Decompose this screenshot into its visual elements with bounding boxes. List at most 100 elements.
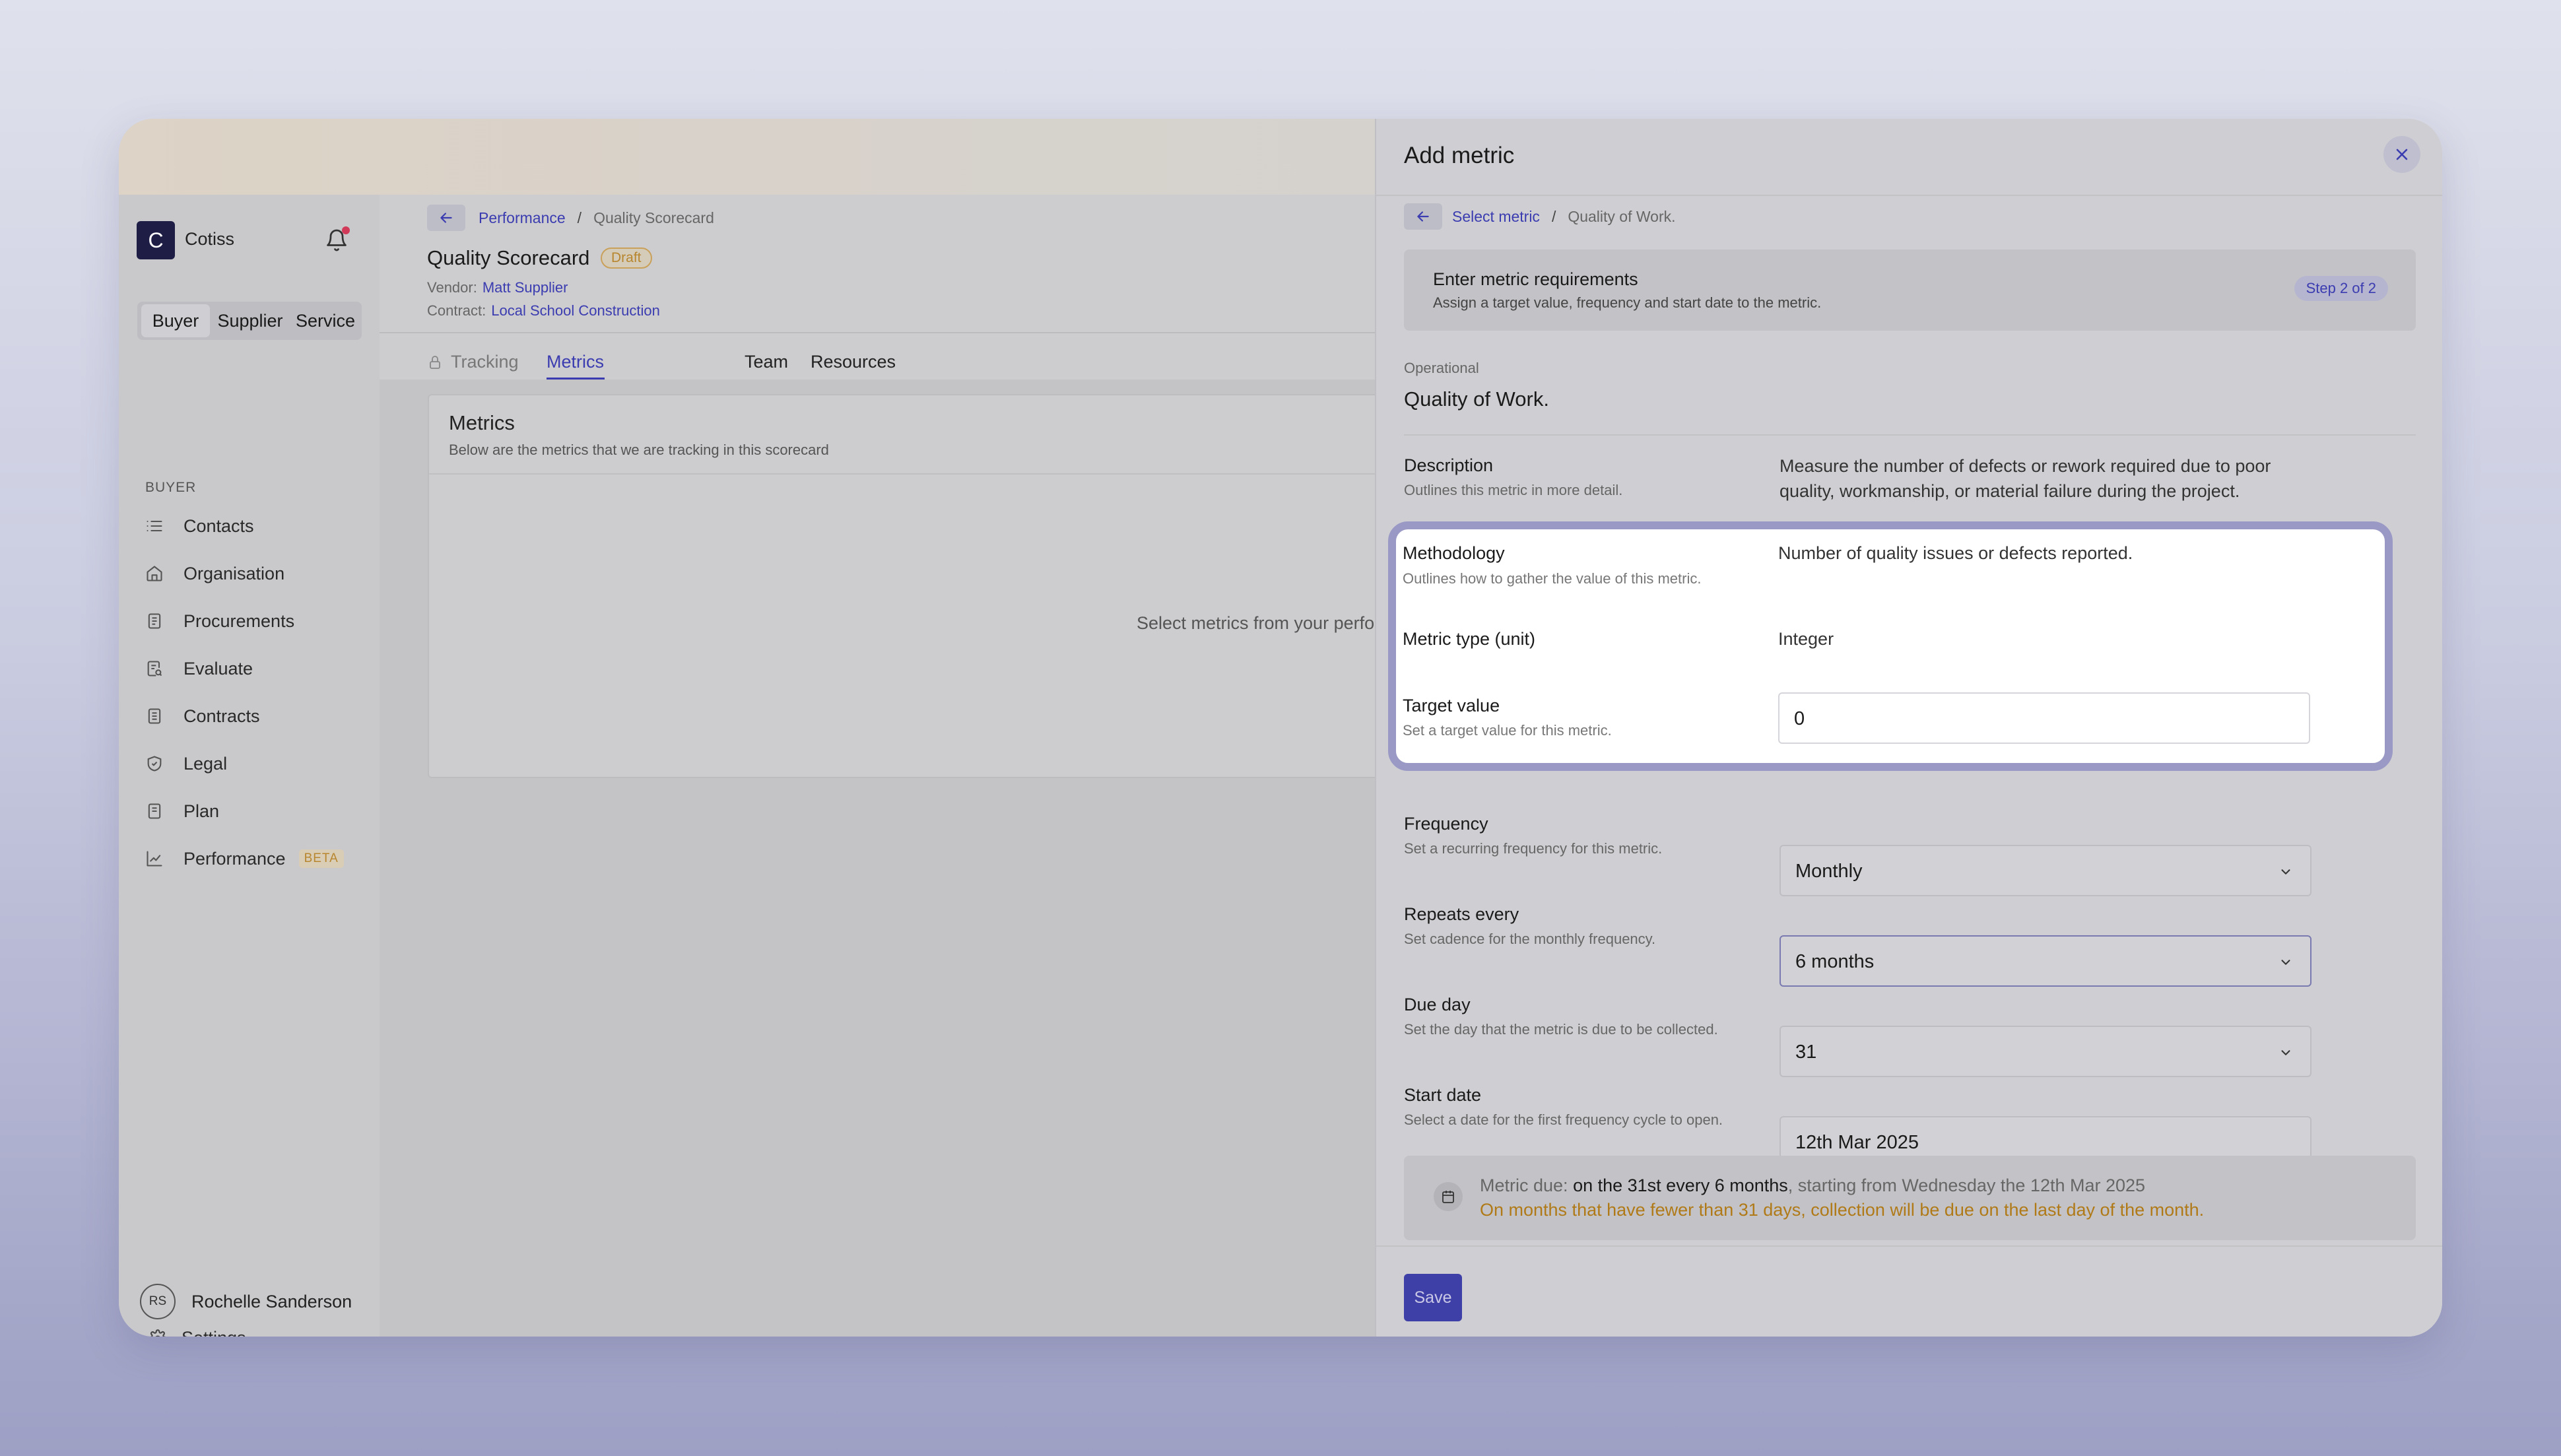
chevron-down-icon <box>2281 1050 2290 1055</box>
contract-label: Contract: <box>427 302 486 319</box>
due-day-label: Due day <box>1404 995 1471 1014</box>
target-value-help: Set a target value for this metric. <box>1403 722 1612 739</box>
vendor-line: Vendor: Matt Supplier <box>427 279 568 296</box>
frequency-value: Monthly <box>1795 861 1863 882</box>
breadcrumb: Performance / Quality Scorecard <box>479 209 714 227</box>
card-divider <box>429 473 1378 475</box>
sidebar-item-performance[interactable]: Performance BETA <box>145 845 344 872</box>
main-content: Performance / Quality Scorecard Quality … <box>380 195 1379 1337</box>
sidebar-item-label: Contacts <box>183 515 254 536</box>
arrow-left-icon <box>440 213 452 223</box>
role-switcher: Buyer Supplier Service <box>137 302 362 340</box>
target-value-label: Target value <box>1403 696 1500 715</box>
description-value: Measure the number of defects or rework … <box>1779 456 2271 501</box>
breadcrumb-current: Quality Scorecard <box>593 209 714 226</box>
methodology-help: Outlines how to gather the value of this… <box>1403 570 1702 587</box>
frequency-select[interactable]: Monthly <box>1779 845 2312 896</box>
repeats-label: Repeats every <box>1404 904 1519 924</box>
close-icon <box>2396 149 2408 160</box>
breadcrumb-current: Quality of Work. <box>1568 208 1676 225</box>
shield-icon <box>147 756 162 772</box>
tab-content: Metrics Below are the metrics that we ar… <box>380 380 1379 1337</box>
tab-label: Tracking <box>451 352 519 372</box>
tab-metrics[interactable]: Metrics <box>547 352 604 372</box>
sidebar-item-organisation[interactable]: Organisation <box>145 560 284 587</box>
step-subtitle: Assign a target value, frequency and sta… <box>1433 294 1822 311</box>
sidebar-item-contacts[interactable]: Contacts <box>145 513 254 539</box>
tab-team[interactable]: Team <box>745 352 788 372</box>
brand-name: Cotiss <box>185 229 235 249</box>
role-buyer[interactable]: Buyer <box>141 304 210 337</box>
card-title: Metrics <box>449 411 515 434</box>
metric-due-schedule: on the 31st every 6 months <box>1573 1175 1788 1195</box>
beta-badge: BETA <box>298 849 344 868</box>
sidebar-item-label: Procurements <box>183 611 295 631</box>
step-badge: Step 2 of 2 <box>2294 276 2388 301</box>
target-value: 0 <box>1794 708 1805 729</box>
drawer-back-button[interactable] <box>1404 203 1442 230</box>
close-button[interactable] <box>2383 136 2420 173</box>
page-title: Quality Scorecard <box>427 246 590 269</box>
contract-icon <box>148 708 161 724</box>
back-button[interactable] <box>427 205 465 231</box>
start-date-label: Start date <box>1404 1085 1482 1105</box>
frequency-help: Set a recurring frequency for this metri… <box>1404 840 1663 857</box>
metric-due-suffix: , starting from Wednesday the 12th Mar 2… <box>1787 1175 2146 1195</box>
sidebar-item-procurements[interactable]: Procurements <box>145 608 294 634</box>
settings-link[interactable]: Settings <box>149 1328 246 1337</box>
save-button[interactable]: Save <box>1404 1274 1462 1321</box>
step-title: Enter metric requirements <box>1433 269 1638 289</box>
target-value-input[interactable]: 0 <box>1778 692 2310 744</box>
card-subtitle: Below are the metrics that we are tracki… <box>449 442 829 458</box>
sidebar-item-legal[interactable]: Legal <box>145 750 227 777</box>
drawer-header-divider <box>1376 195 2442 196</box>
role-supplier[interactable]: Supplier <box>214 302 286 340</box>
chevron-down-icon <box>2281 960 2290 965</box>
document-search-icon <box>147 661 162 677</box>
home-icon <box>147 566 162 581</box>
brand-logo: C <box>137 221 175 259</box>
methodology-value: Number of quality issues or defects repo… <box>1778 543 2133 563</box>
calendar-icon <box>1434 1182 1463 1211</box>
role-service[interactable]: Service <box>290 302 360 340</box>
metric-due-text: Metric due: on the 31st every 6 months, … <box>1480 1175 2145 1196</box>
lock-icon <box>430 355 440 369</box>
metric-due-summary: Metric due: on the 31st every 6 months, … <box>1404 1156 2416 1240</box>
sidebar-item-label: Performance <box>183 848 286 869</box>
metric-type-label: Metric type (unit) <box>1403 629 1536 649</box>
breadcrumb-separator: / <box>577 209 582 226</box>
notification-dot <box>342 226 350 234</box>
chart-line-icon <box>147 851 162 867</box>
tab-resources[interactable]: Resources <box>811 352 896 372</box>
list-icon <box>147 520 162 532</box>
arrow-left-icon <box>1417 211 1429 222</box>
sidebar-item-contracts[interactable]: Contracts <box>145 703 260 729</box>
user-profile[interactable]: RS Rochelle Sanderson <box>140 1284 352 1319</box>
sidebar-item-label: Plan <box>183 801 220 821</box>
methodology-label: Methodology <box>1403 543 1505 563</box>
frequency-label: Frequency <box>1404 814 1488 834</box>
sidebar-item-label: Organisation <box>183 563 285 583</box>
vendor-label: Vendor: <box>427 279 477 296</box>
sidebar-item-evaluate[interactable]: Evaluate <box>145 655 253 682</box>
sidebar-item-plan[interactable]: Plan <box>145 798 219 824</box>
due-day-help: Set the day that the metric is due to be… <box>1404 1021 1718 1038</box>
section-title: BUYER <box>145 480 197 495</box>
document-icon <box>148 613 161 629</box>
due-day-value: 31 <box>1795 1042 1817 1063</box>
sidebar-item-label: Evaluate <box>183 658 253 678</box>
repeats-help: Set cadence for the monthly frequency. <box>1404 931 1656 947</box>
avatar: RS <box>140 1284 176 1319</box>
repeats-select[interactable]: 6 months <box>1779 935 2312 987</box>
user-name: Rochelle Sanderson <box>191 1291 352 1311</box>
vendor-link[interactable]: Matt Supplier <box>482 279 568 296</box>
breadcrumb-performance-link[interactable]: Performance <box>479 209 566 227</box>
tab-tracking[interactable]: Tracking <box>427 352 519 372</box>
gear-icon <box>149 1329 166 1337</box>
description-label: Description <box>1404 455 1494 475</box>
breadcrumb-select-metric-link[interactable]: Select metric <box>1452 208 1540 226</box>
sidebar-item-label: Contracts <box>183 706 260 726</box>
due-day-select[interactable]: 31 <box>1779 1026 2312 1077</box>
contract-line: Contract: Local School Construction <box>427 302 660 319</box>
contract-link[interactable]: Local School Construction <box>491 302 660 319</box>
